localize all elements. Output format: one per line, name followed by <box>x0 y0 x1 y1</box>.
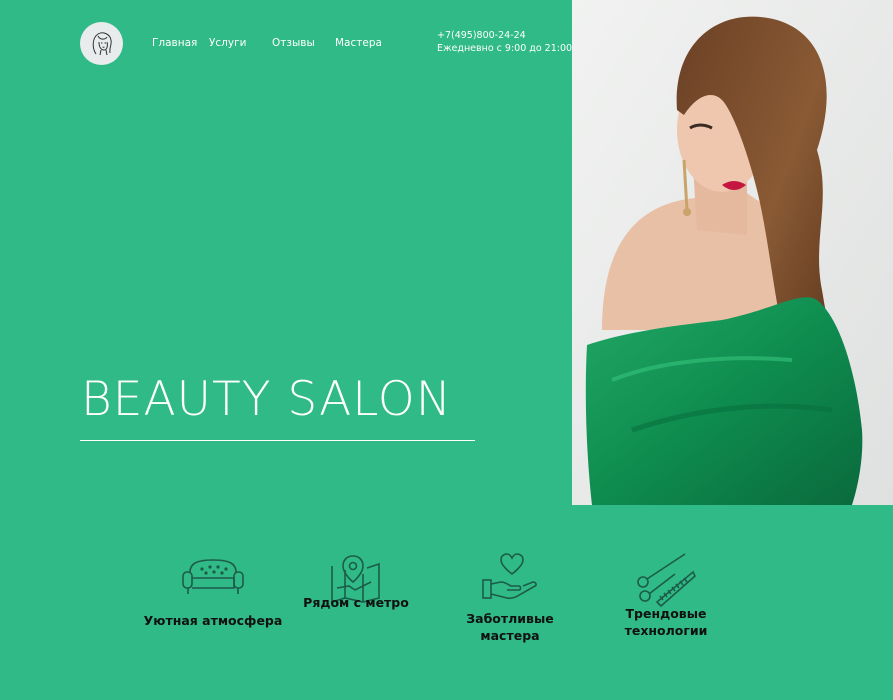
nav-item-services[interactable]: Услуги <box>209 37 246 49</box>
nav-item-reviews[interactable]: Отзывы <box>272 37 315 49</box>
hero-underline <box>80 440 475 441</box>
hero-photo <box>572 0 893 505</box>
feature-label: Заботливые мастера <box>466 611 554 643</box>
feature-label: Уютная атмосфера <box>143 613 283 628</box>
feature-label: Рядом с метро <box>303 595 409 610</box>
phone-number[interactable]: +7(495)800-24-24 <box>437 29 572 42</box>
feature-atmosphere: Уютная атмосфера <box>143 552 283 629</box>
sofa-icon <box>182 559 244 594</box>
logo[interactable] <box>80 22 123 65</box>
feature-masters: Заботливые мастера <box>440 552 580 644</box>
nav-item-home[interactable]: Главная <box>152 37 197 49</box>
feature-label: Трендовые технологии <box>624 606 708 638</box>
woman-portrait-illustration <box>572 0 893 505</box>
contact-info: +7(495)800-24-24 Ежедневно с 9:00 до 21:… <box>437 29 572 55</box>
feature-technologies: Трендовые технологии <box>596 552 736 639</box>
nav-item-masters[interactable]: Мастера <box>335 37 382 49</box>
hero-title: BEAUTY SALON <box>81 372 452 427</box>
working-hours: Ежедневно с 9:00 до 21:00 <box>437 43 573 54</box>
heart-hand-icon <box>482 553 537 600</box>
feature-metro: Рядом с метро <box>286 552 426 611</box>
scissors-comb-icon <box>637 553 696 608</box>
woman-face-icon <box>92 31 112 55</box>
